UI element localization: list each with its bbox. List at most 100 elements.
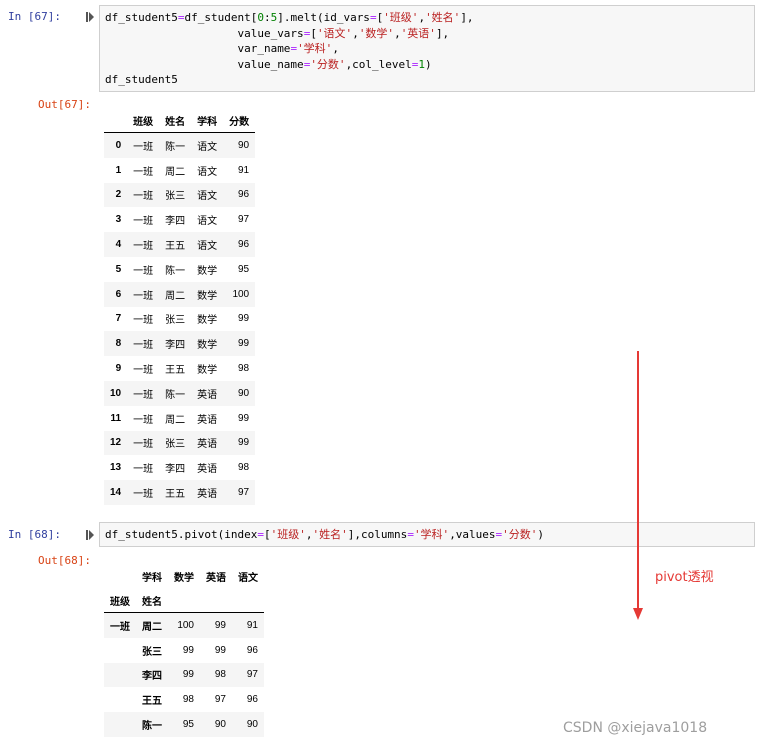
annotation-label: pivot透视 (655, 570, 714, 585)
code-token: ], (460, 11, 474, 24)
table-cell: 99 (238, 338, 250, 350)
code-token: '班级' (383, 11, 419, 24)
table-cell: 一班 (133, 315, 154, 327)
code-token: 0 (257, 11, 264, 24)
table-row: 2 一班 张三 语文 96 (104, 182, 256, 208)
table-cell: 98 (238, 462, 250, 474)
table-cell: 王五 (165, 489, 186, 501)
table-cell: 99 (238, 437, 250, 449)
header-cell (200, 588, 232, 613)
row-index-cell: 11 (110, 412, 122, 424)
table-header-row: 学科 数学 英语 语文 (104, 564, 264, 588)
table-cell: 张三 (165, 315, 186, 327)
table-row: 6 一班 周二 数学 100 (104, 281, 256, 307)
table-cell: 90 (246, 719, 258, 731)
index-name-cell: 姓名 (136, 588, 168, 613)
group-index-cell (104, 638, 136, 663)
table-cell: 一班 (133, 489, 154, 501)
code-token: ,values (449, 528, 496, 541)
pivot-dataframe-table: 学科 数学 英语 语文 班级 姓名 一班 周二 100 99 91 张三 99 99 96 李四 9… (104, 564, 264, 737)
table-cell: 张三 (165, 191, 186, 203)
table-cell: 语文 (197, 191, 218, 203)
melt-dataframe-table: 班级 姓名 学科 分数 0 一班 陈一 语文 90 1 一班 周二 语文 91 2 一班 张三 语文 96 3 一班李… (104, 108, 256, 505)
table-cell: 99 (238, 412, 250, 424)
table-cell: 一班 (133, 340, 154, 352)
code-token: ].melt(id_vars (277, 11, 370, 24)
table-cell: 周二 (165, 290, 186, 302)
table-row: 0 一班 陈一 语文 90 (104, 132, 256, 158)
table-row: 李四 99 98 97 (104, 662, 264, 688)
table-row: 7 一班 张三 数学 99 (104, 307, 255, 332)
code-token: '学科' (297, 42, 333, 55)
table-cell: 语文 (197, 241, 218, 253)
table-cell: 陈一 (165, 265, 186, 277)
table-cell: 98 (182, 694, 194, 706)
watermark: CSDN @xiejava1018 (563, 720, 708, 736)
code-token: '学科' (413, 528, 450, 541)
code-token: df_student5 (105, 11, 178, 24)
column-header: 班级 (127, 108, 160, 133)
table-cell: 98 (238, 363, 250, 375)
table-cell: 李四 (165, 216, 186, 228)
code-token: , (394, 26, 401, 40)
arrow-down-icon (633, 608, 643, 620)
table-cell: 英语 (197, 389, 218, 401)
row-index-cell: 7 (115, 313, 122, 325)
code-token: value_name (237, 57, 304, 71)
table-row: 10 一班 陈一 英语 90 (104, 380, 256, 406)
code-cell-67[interactable]: df_student5=df_student[0:5].melt(id_vars… (99, 5, 755, 92)
table-cell: 数学 (197, 315, 218, 327)
table-cell: 王五 (165, 241, 186, 253)
table-cell: 语文 (197, 141, 218, 153)
name-index-cell: 张三 (142, 646, 162, 658)
code-cell-68[interactable]: df_student5.pivot(index=['班级','姓名'],colu… (99, 522, 755, 547)
table-row: 王五 98 97 96 (104, 687, 264, 712)
table-cell: 90 (238, 387, 250, 399)
table-cell: 一班 (133, 191, 154, 203)
row-index-cell: 4 (115, 239, 122, 251)
table-cell: 100 (177, 619, 194, 631)
column-header: 数学 (174, 572, 194, 584)
table-cell: 数学 (197, 340, 218, 352)
run-cell-icon[interactable] (86, 530, 94, 540)
row-index-cell: 13 (110, 462, 122, 474)
code-token: ) (425, 57, 432, 71)
row-index-cell: 9 (115, 363, 122, 375)
code-token: , (352, 26, 359, 40)
table-cell: 98 (214, 669, 226, 681)
run-cell-icon[interactable] (86, 12, 94, 22)
table-cell: 数学 (197, 290, 218, 302)
table-row: 3 一班 李四 语文 97 (104, 207, 255, 232)
header-cell (232, 588, 264, 613)
code-token: , (332, 42, 339, 55)
table-cell: 陈一 (165, 141, 186, 153)
row-index-cell: 8 (115, 338, 122, 350)
table-cell: 李四 (165, 464, 186, 476)
table-cell: 张三 (165, 439, 186, 451)
table-cell: 周二 (165, 414, 186, 426)
code-token: '英语' (400, 26, 436, 40)
header-cell (104, 564, 136, 588)
table-cell: 99 (214, 619, 226, 631)
table-cell: 一班 (133, 241, 154, 253)
table-cell: 数学 (197, 365, 218, 377)
table-row: 11 一班 周二 英语 99 (104, 406, 255, 431)
code-token: ,col_level (345, 57, 412, 71)
table-cell: 96 (238, 189, 250, 201)
table-cell: 一班 (133, 290, 154, 302)
code-token: '姓名' (425, 11, 461, 24)
table-row: 一班 周二 100 99 91 (104, 612, 264, 638)
table-cell: 一班 (133, 365, 154, 377)
row-index-cell: 3 (115, 214, 122, 226)
table-cell: 97 (246, 669, 258, 681)
code-token: '分数' (310, 57, 346, 71)
code-token: '语文' (316, 26, 353, 40)
code-token: ) (537, 528, 545, 541)
input-prompt-67: In [67]: (8, 10, 61, 23)
table-cell: 一班 (133, 389, 154, 401)
column-header (104, 108, 128, 133)
code-token: '班级' (270, 528, 306, 541)
table-cell: 陈一 (165, 389, 186, 401)
table-cell: 英语 (197, 414, 218, 426)
table-cell: 一班 (133, 414, 154, 426)
